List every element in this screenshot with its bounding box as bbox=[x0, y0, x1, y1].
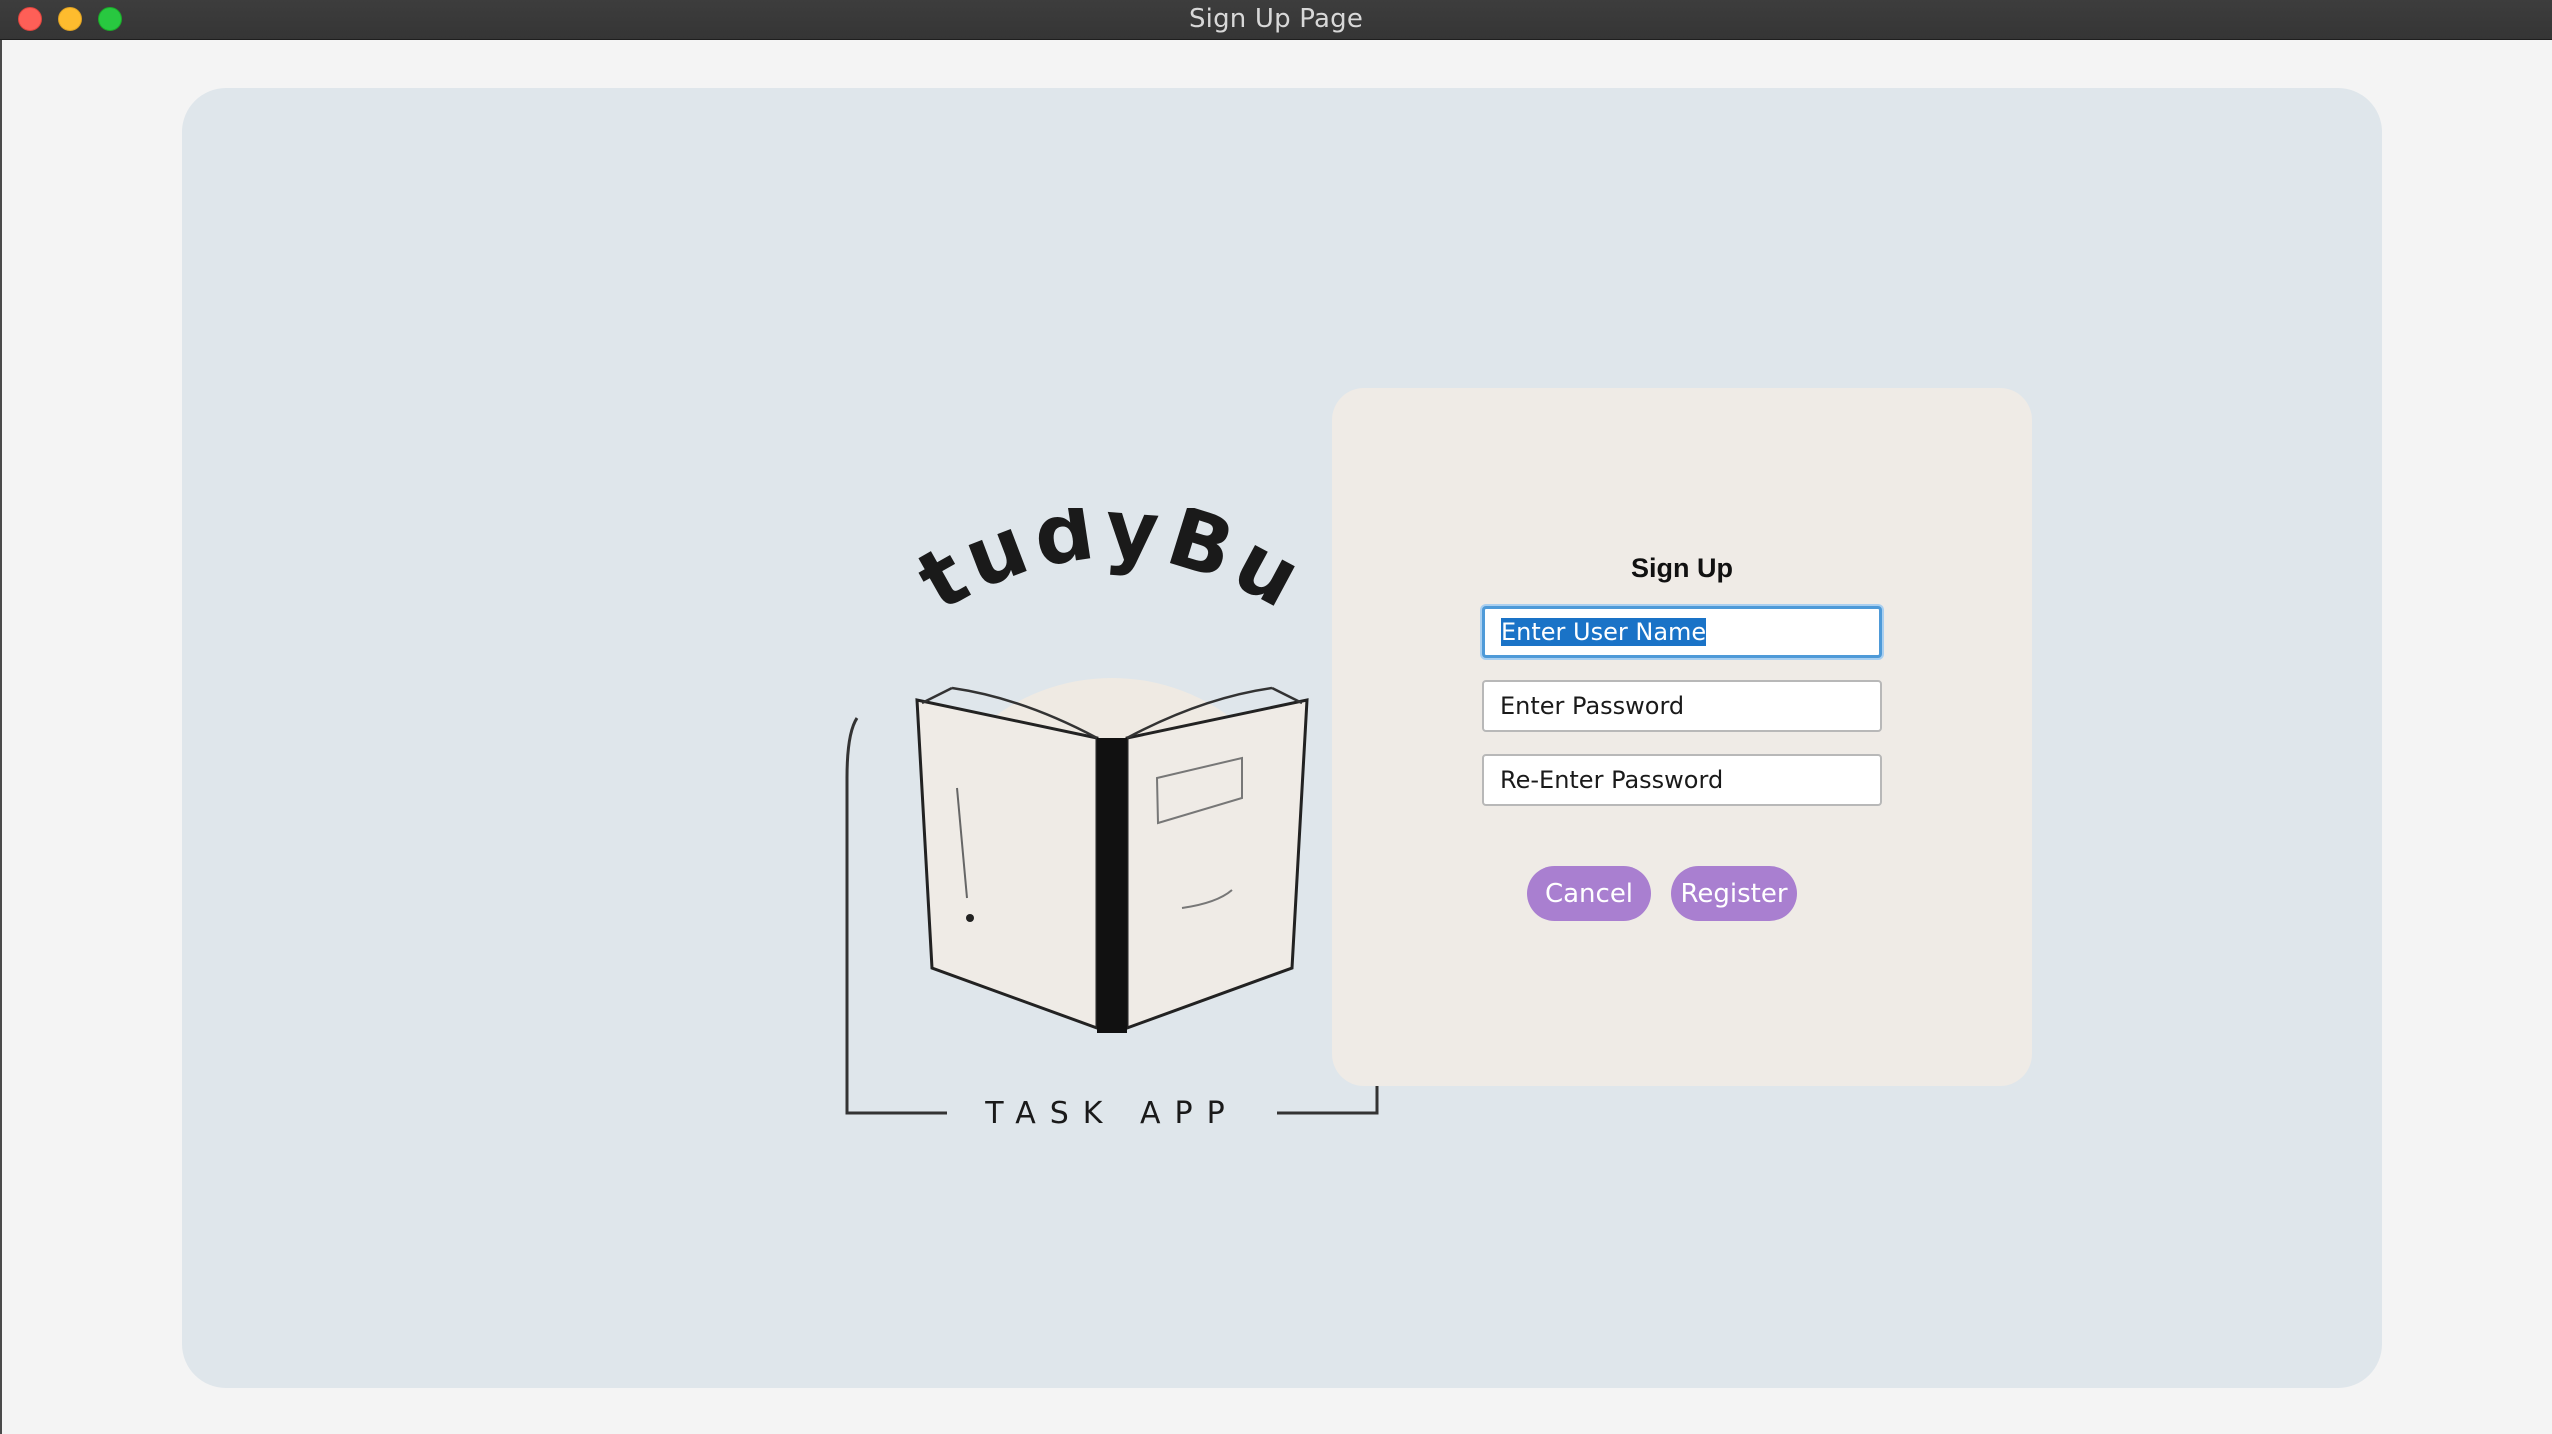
password-field[interactable]: Enter Password bbox=[1482, 680, 1882, 732]
register-button[interactable]: Register bbox=[1671, 866, 1797, 921]
title-bar: Sign Up Page bbox=[0, 0, 2552, 40]
window-title: Sign Up Page bbox=[1188, 4, 1364, 34]
studybud-logo: StudyBud TASK APP bbox=[789, 433, 1402, 1138]
logo-name: StudyBud bbox=[822, 508, 1320, 630]
logo-tagline: TASK APP bbox=[984, 1096, 1238, 1131]
window-edge bbox=[0, 40, 2, 1434]
reenter-password-field[interactable]: Re-Enter Password bbox=[1482, 754, 1882, 806]
main-panel: StudyBud TASK APP bbox=[182, 88, 2382, 1388]
open-book-icon bbox=[915, 678, 1309, 1033]
username-field[interactable]: Enter User Name bbox=[1482, 606, 1882, 658]
sign-up-title: Sign Up bbox=[1631, 553, 1733, 583]
cancel-button[interactable]: Cancel bbox=[1527, 866, 1651, 921]
username-field-text: Enter User Name bbox=[1501, 618, 1707, 646]
sign-up-card: Sign Up Enter User Name Enter Password R… bbox=[1332, 388, 2032, 1086]
